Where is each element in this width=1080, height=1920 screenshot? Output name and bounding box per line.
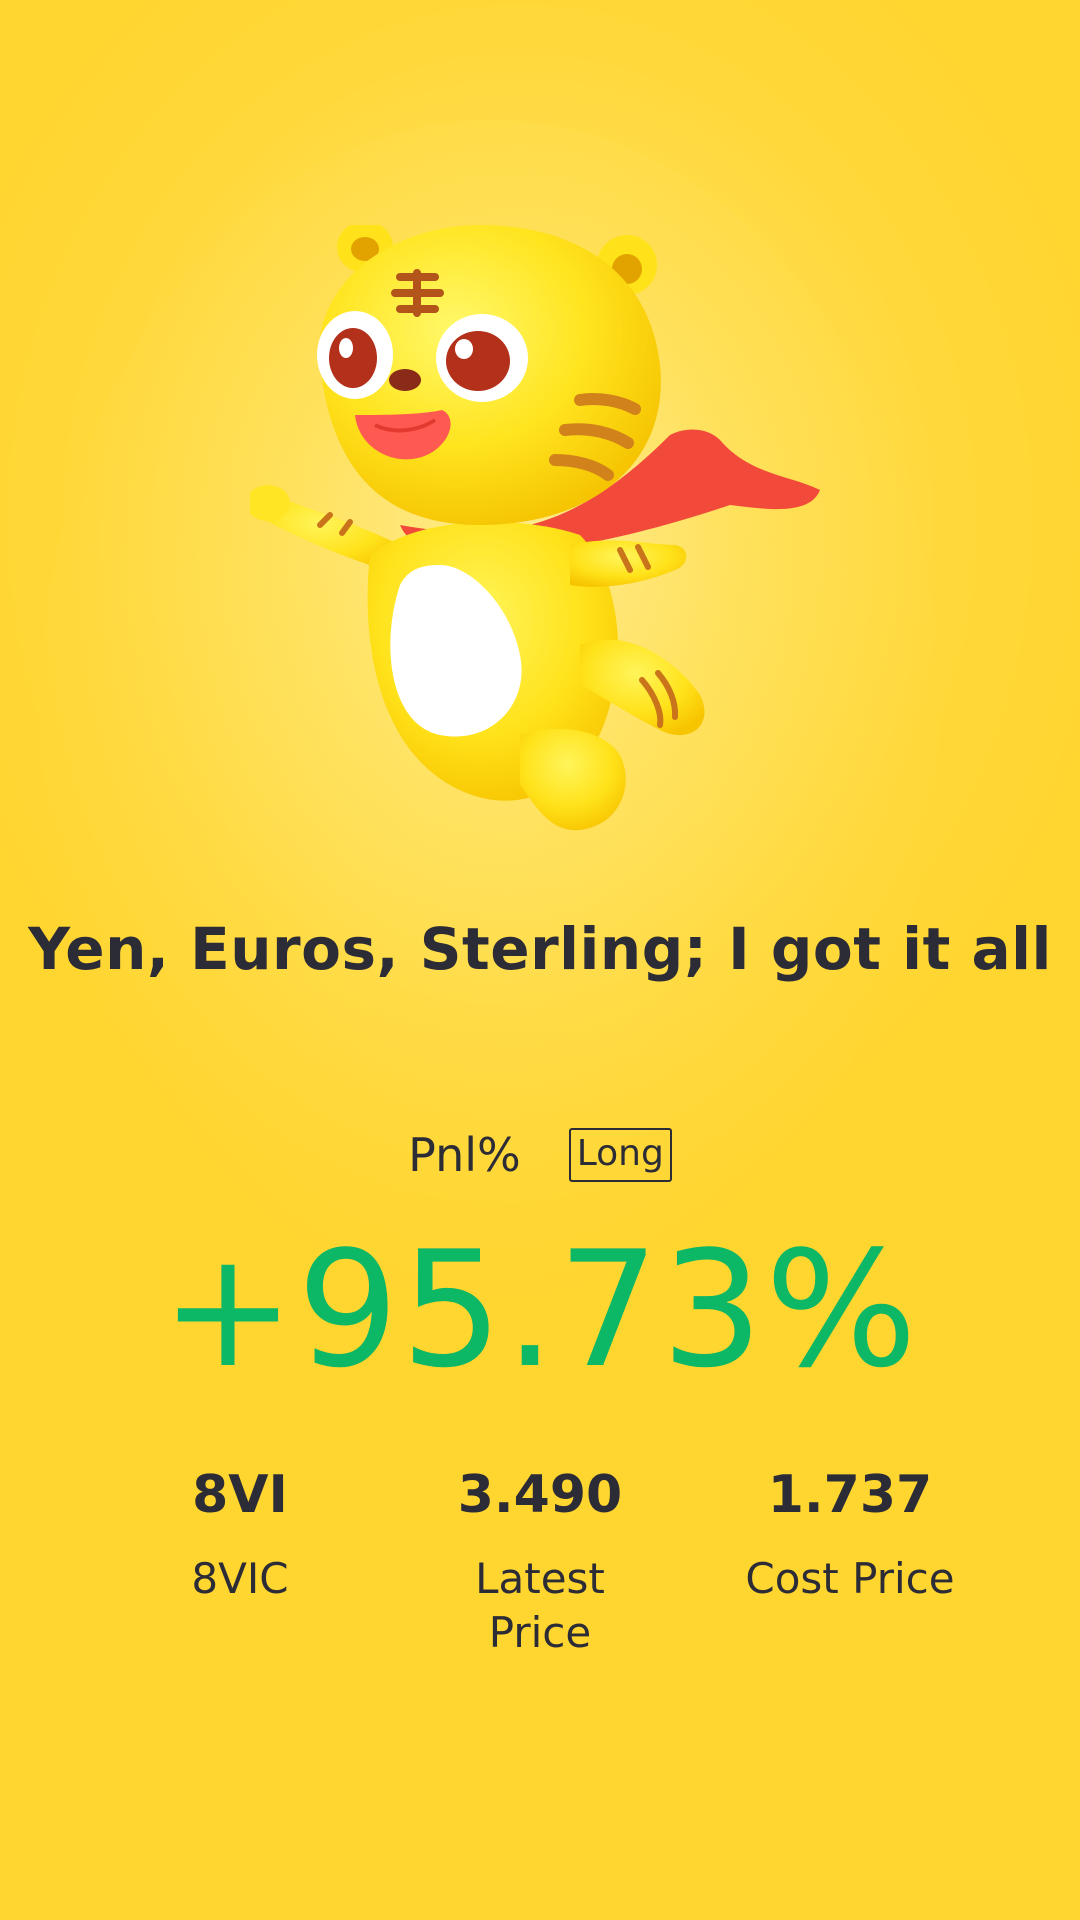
stat-value: 8VI bbox=[192, 1465, 288, 1525]
stat-cost-price: 1.737 Cost Price bbox=[700, 1460, 1000, 1606]
pnl-percentage-value: +95.73% bbox=[160, 1216, 920, 1403]
tiger-mascot-icon bbox=[250, 225, 820, 831]
stat-latest-price: 3.490 Latest Price bbox=[390, 1460, 690, 1660]
stat-symbol: 8VI 8VIC bbox=[90, 1460, 390, 1606]
pnl-header: Pnl% Long bbox=[0, 1128, 1080, 1182]
stat-label: Latest Price bbox=[475, 1554, 605, 1657]
stat-label: Cost Price bbox=[745, 1554, 955, 1603]
position-direction-badge: Long bbox=[568, 1128, 672, 1182]
pnl-label: Pnl% bbox=[408, 1128, 521, 1182]
stat-value: 3.490 bbox=[457, 1465, 623, 1525]
stat-value: 1.737 bbox=[767, 1465, 933, 1525]
stat-label: 8VIC bbox=[191, 1554, 289, 1603]
slogan-text: Yen, Euros, Sterling; I got it all bbox=[28, 915, 1052, 983]
